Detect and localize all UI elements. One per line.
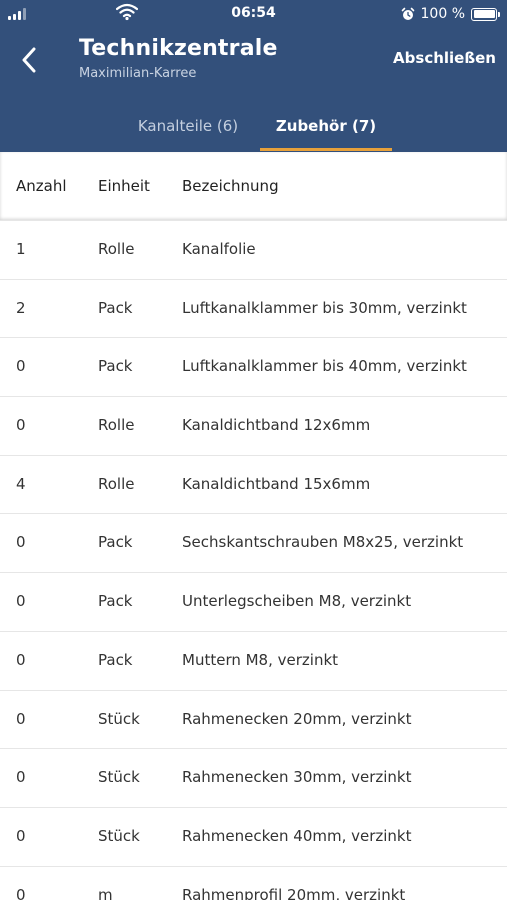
table-row[interactable]: 0 Stück Rahmenecken 30mm, verzinkt <box>0 749 507 808</box>
row-quantity: 0 <box>16 650 26 669</box>
row-unit: Pack <box>98 533 133 552</box>
row-unit: Rolle <box>98 240 135 258</box>
tab-kanalteile[interactable]: Kanalteile (6) <box>116 100 260 152</box>
row-quantity: 0 <box>16 416 26 435</box>
row-quantity: 1 <box>16 240 26 258</box>
column-header-designation: Bezeichnung <box>182 177 279 195</box>
row-quantity: 0 <box>16 885 26 900</box>
battery-icon <box>471 7 500 21</box>
accessories-table: Anzahl Einheit Bezeichnung 1 Rolle Kanal… <box>0 152 507 900</box>
row-unit: Pack <box>98 298 133 317</box>
alarm-icon <box>401 7 414 20</box>
battery-percent: 100 % <box>420 6 465 22</box>
row-quantity: 2 <box>16 298 26 317</box>
row-unit: Stück <box>98 768 140 787</box>
row-quantity: 0 <box>16 592 26 611</box>
row-designation: Kanalfolie <box>182 240 256 258</box>
table-row[interactable]: 0 Pack Luftkanalklammer bis 40mm, verzin… <box>0 338 507 398</box>
row-unit: Rolle <box>98 474 135 493</box>
row-designation: Kanaldichtband 12x6mm <box>182 416 371 435</box>
row-designation: Luftkanalklammer bis 40mm, verzinkt <box>182 357 467 376</box>
row-quantity: 0 <box>16 709 26 728</box>
table-row[interactable]: 0 m Rahmenprofil 20mm, verzinkt <box>0 867 507 900</box>
row-quantity: 0 <box>16 533 26 552</box>
app-header: 06:54 100 % Technikzentrale Maximilian-K… <box>0 0 507 152</box>
table-row[interactable]: 4 Rolle Kanaldichtband 15x6mm <box>0 456 507 515</box>
status-right: 100 % <box>401 5 500 23</box>
table-row[interactable]: 0 Stück Rahmenecken 40mm, verzinkt <box>0 808 507 867</box>
tab-bar: Kanalteile (6) Zubehör (7) <box>0 100 507 152</box>
row-designation: Rahmenecken 30mm, verzinkt <box>182 768 412 787</box>
table-row[interactable]: 0 Pack Unterlegscheiben M8, verzinkt <box>0 573 507 632</box>
page-title: Technikzentrale <box>79 36 278 61</box>
page-subtitle: Maximilian-Karree <box>79 66 197 81</box>
table-row[interactable]: 2 Pack Luftkanalklammer bis 30mm, verzin… <box>0 280 507 339</box>
row-unit: Stück <box>98 826 140 845</box>
column-header-unit: Einheit <box>98 177 150 195</box>
row-designation: Rahmenecken 40mm, verzinkt <box>182 826 412 845</box>
finish-button[interactable]: Abschließen <box>393 49 496 67</box>
row-designation: Muttern M8, verzinkt <box>182 650 339 669</box>
row-designation: Rahmenprofil 20mm, verzinkt <box>182 885 406 900</box>
table-row[interactable]: 0 Pack Muttern M8, verzinkt <box>0 632 507 691</box>
table-header: Anzahl Einheit Bezeichnung <box>0 152 507 221</box>
row-quantity: 0 <box>16 826 26 845</box>
row-designation: Luftkanalklammer bis 30mm, verzinkt <box>182 298 467 317</box>
active-tab-indicator <box>260 148 392 151</box>
row-designation: Sechskantschrauben M8x25, verzinkt <box>182 533 464 552</box>
column-header-quantity: Anzahl <box>16 177 67 195</box>
row-designation: Kanaldichtband 15x6mm <box>182 474 371 493</box>
row-quantity: 0 <box>16 768 26 787</box>
row-unit: Rolle <box>98 416 135 435</box>
row-quantity: 0 <box>16 357 26 376</box>
row-unit: Pack <box>98 592 133 611</box>
row-quantity: 4 <box>16 474 26 493</box>
row-designation: Unterlegscheiben M8, verzinkt <box>182 592 412 611</box>
table-row[interactable]: 0 Pack Sechskantschrauben M8x25, verzink… <box>0 514 507 574</box>
chevron-left-icon <box>22 47 36 73</box>
table-row[interactable]: 0 Stück Rahmenecken 20mm, verzinkt <box>0 691 507 750</box>
row-unit: Pack <box>98 650 133 669</box>
row-unit: m <box>98 885 113 900</box>
table-row[interactable]: 0 Rolle Kanaldichtband 12x6mm <box>0 397 507 456</box>
table-row[interactable]: 1 Rolle Kanalfolie <box>0 221 507 280</box>
row-designation: Rahmenecken 20mm, verzinkt <box>182 709 412 728</box>
row-unit: Stück <box>98 709 140 728</box>
back-button[interactable] <box>12 40 46 80</box>
tab-zubehoer[interactable]: Zubehör (7) <box>260 100 392 152</box>
row-unit: Pack <box>98 357 133 376</box>
status-bar: 06:54 100 % <box>0 0 507 28</box>
